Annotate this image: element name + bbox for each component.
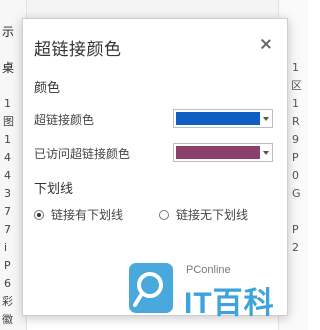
background-text: P <box>292 151 299 164</box>
hyperlink-color-swatch <box>176 112 260 125</box>
background-text: 7 <box>4 223 11 236</box>
radio-underline-on[interactable]: 链接有下划线 <box>34 206 123 223</box>
watermark-logo: PConline IT百科 <box>124 254 300 320</box>
background-text: P <box>292 223 299 236</box>
radio-underline-off-label: 链接无下划线 <box>176 208 249 222</box>
background-text: 6 <box>4 277 11 290</box>
section-color-heading: 颜色 <box>34 81 61 96</box>
background-text: 0 <box>292 169 299 182</box>
radio-button[interactable] <box>159 209 169 220</box>
background-text: 1 <box>4 133 11 146</box>
section-underline-heading: 下划线 <box>34 182 74 197</box>
watermark-name: IT百科 <box>184 287 275 320</box>
background-text: G <box>292 187 301 200</box>
background-text: 1 <box>292 97 299 110</box>
visited-color-swatch <box>176 146 260 159</box>
background-text: i <box>4 241 8 254</box>
background-text: 2 <box>292 241 299 254</box>
radio-underline-on-label: 链接有下划线 <box>51 208 124 222</box>
background-text: 徽 <box>2 313 13 326</box>
background-text: 彩 <box>2 295 13 308</box>
background-text: 4 <box>4 151 11 164</box>
background-text: 3 <box>4 187 11 200</box>
background-text: 区 <box>291 79 302 92</box>
background-text: P <box>4 259 11 272</box>
background-text: 图 <box>3 115 14 128</box>
background-text: 1 <box>4 97 11 110</box>
hyperlink-color-label: 超链接颜色 <box>34 113 95 127</box>
visited-color-label: 已访问超链接颜色 <box>34 147 131 161</box>
visited-color-picker[interactable] <box>173 143 273 162</box>
hyperlink-color-picker[interactable] <box>173 109 273 128</box>
background-text: 示 <box>2 25 15 39</box>
magnifier-icon <box>129 263 173 313</box>
chevron-down-icon <box>263 117 269 121</box>
background-text: 1 <box>292 61 299 74</box>
radio-underline-off[interactable]: 链接无下划线 <box>159 206 248 223</box>
background-text: 桌 <box>2 61 15 75</box>
background-text: 9 <box>292 133 299 146</box>
background-text: 4 <box>4 169 11 182</box>
background-text: 7 <box>4 205 11 218</box>
background-text: R <box>292 115 300 128</box>
watermark-brand: PConline <box>186 264 231 276</box>
dialog-title: 超链接颜色 <box>34 40 122 60</box>
chevron-down-icon <box>263 151 269 155</box>
radio-button[interactable] <box>34 209 44 220</box>
close-icon[interactable] <box>257 36 275 54</box>
